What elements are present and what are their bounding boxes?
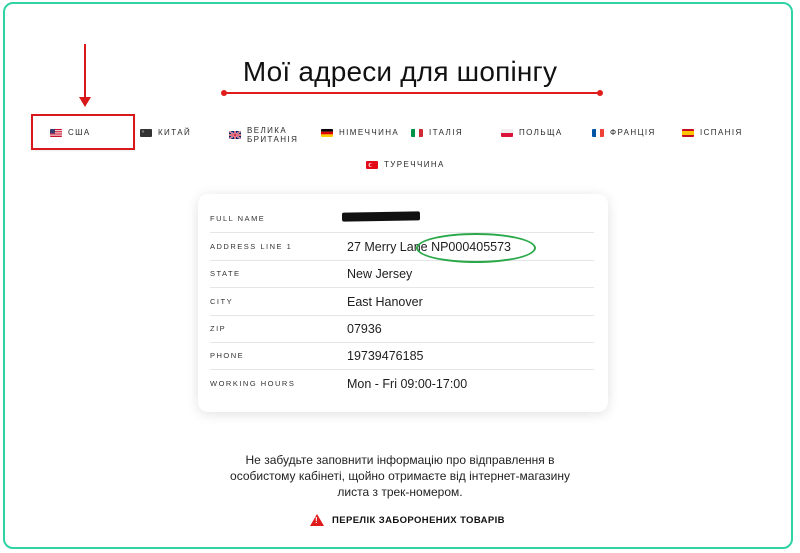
tab-italy[interactable]: ІТАЛІЯ bbox=[411, 128, 463, 137]
france-flag-icon bbox=[592, 128, 604, 137]
annotation-oval bbox=[416, 233, 536, 263]
tab-usa[interactable]: США bbox=[50, 128, 91, 137]
note-line1: Не забудьте заповнити інформацію про від… bbox=[245, 453, 555, 467]
uk-flag-icon bbox=[229, 131, 241, 139]
annotation-arrow bbox=[84, 44, 86, 100]
tab-poland[interactable]: ПОЛЬЩА bbox=[501, 128, 563, 137]
tab-spain[interactable]: ІСПАНІЯ bbox=[682, 128, 743, 137]
tab-label: КИТАЙ bbox=[158, 128, 192, 137]
annotation-arrow-head bbox=[79, 97, 91, 107]
tab-label: НІМЕЧЧИНА bbox=[339, 128, 400, 137]
us-flag-icon bbox=[50, 128, 62, 137]
redaction-bar bbox=[341, 211, 421, 222]
address-row-city: CITY East Hanover bbox=[210, 288, 594, 316]
tab-label: ТУРЕЧЧИНА bbox=[384, 160, 445, 169]
tab-label: ФРАНЦІЯ bbox=[610, 128, 656, 137]
warning-icon: ! bbox=[310, 514, 324, 526]
address-card: FULL NAME ADDRESS LINE 1 27 Merry Lane N… bbox=[198, 194, 608, 412]
field-key: ADDRESS LINE 1 bbox=[210, 242, 293, 251]
field-key: PHONE bbox=[210, 351, 245, 360]
address-row-working-hours: WORKING HOURS Mon - Fri 09:00-17:00 bbox=[210, 370, 594, 397]
tab-france[interactable]: ФРАНЦІЯ bbox=[592, 128, 656, 137]
turkey-flag-icon bbox=[366, 160, 378, 169]
field-key: CITY bbox=[210, 297, 234, 306]
italy-flag-icon bbox=[411, 128, 423, 137]
tab-germany[interactable]: НІМЕЧЧИНА bbox=[321, 128, 399, 137]
tab-label: ПОЛЬЩА bbox=[519, 128, 563, 137]
prohibited-items-label: ПЕРЕЛІК ЗАБОРОНЕНИХ ТОВАРІВ bbox=[332, 514, 505, 526]
germany-flag-icon bbox=[321, 128, 333, 137]
title-underline bbox=[221, 90, 603, 96]
field-value[interactable]: Mon - Fri 09:00-17:00 bbox=[347, 377, 467, 391]
china-flag-icon bbox=[140, 128, 152, 137]
address-row-zip: ZIP 07936 bbox=[210, 315, 594, 343]
note-line3: листа з трек-номером. bbox=[337, 485, 463, 499]
tab-label: ІТАЛІЯ bbox=[429, 128, 464, 137]
tab-label-line2: БРИТАНІЯ bbox=[247, 135, 299, 144]
field-value[interactable]: 19739476185 bbox=[347, 349, 423, 363]
poland-flag-icon bbox=[501, 128, 513, 137]
prohibited-items-link[interactable]: ! ПЕРЕЛІК ЗАБОРОНЕНИХ ТОВАРІВ bbox=[310, 514, 505, 526]
reminder-note: Не забудьте заповнити інформацію про від… bbox=[200, 452, 600, 500]
field-value[interactable]: East Hanover bbox=[347, 295, 423, 309]
page-title: Мої адреси для шопінгу bbox=[242, 56, 558, 87]
address-row-phone: PHONE 19739476185 bbox=[210, 342, 594, 370]
field-key: FULL NAME bbox=[210, 214, 266, 223]
tab-turkey[interactable]: ТУРЕЧЧИНА bbox=[366, 160, 445, 169]
address-row-state: STATE New Jersey bbox=[210, 260, 594, 288]
tab-label: ІСПАНІЯ bbox=[700, 128, 743, 137]
field-key: ZIP bbox=[210, 324, 227, 333]
field-key: STATE bbox=[210, 269, 241, 278]
field-key: WORKING HOURS bbox=[210, 379, 296, 388]
tab-label: США bbox=[68, 128, 91, 137]
field-value[interactable]: New Jersey bbox=[347, 267, 412, 281]
field-value[interactable]: 07936 bbox=[347, 322, 382, 336]
tab-china[interactable]: КИТАЙ bbox=[140, 128, 191, 137]
tab-uk[interactable]: ВЕЛИКА БРИТАНІЯ bbox=[229, 126, 298, 144]
address-row-line1: ADDRESS LINE 1 27 Merry Lane NP000405573 bbox=[210, 233, 594, 261]
spain-flag-icon bbox=[682, 128, 694, 137]
note-line2: особистому кабінеті, щойно отримаєте від… bbox=[230, 469, 570, 483]
tab-label-line1: ВЕЛИКА bbox=[247, 126, 288, 135]
